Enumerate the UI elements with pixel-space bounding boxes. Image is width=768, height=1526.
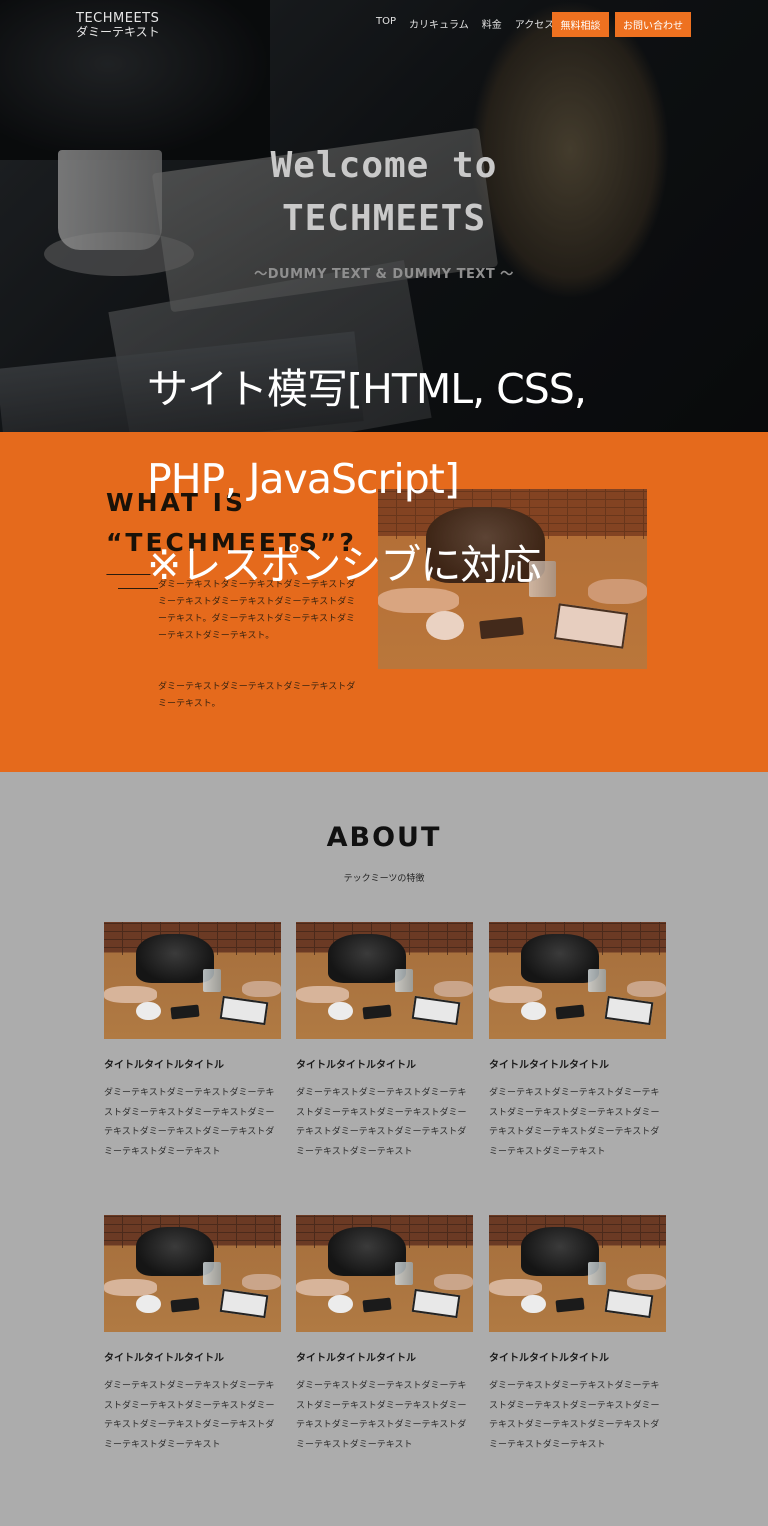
caption-line-2: PHP, JavaScript] xyxy=(147,455,460,503)
feature-card: タイトルタイトルタイトル ダミーテキストダミーテキストダミーテキストダミーテキス… xyxy=(104,922,281,1162)
hero-title-line-2: TECHMEETS xyxy=(281,198,487,239)
feature-card-text: ダミーテキストダミーテキストダミーテキストダミーテキストダミーテキストダミーテキ… xyxy=(489,1381,660,1450)
nav-item-curriculum[interactable]: カリキュラム xyxy=(409,16,469,31)
about-subtitle: テックミーツの特徴 xyxy=(343,874,425,884)
about-title: ABOUT xyxy=(326,822,442,853)
contact-button[interactable]: お問い合わせ xyxy=(615,12,691,37)
nav-item-price[interactable]: 料金 xyxy=(482,16,502,31)
feature-card-title: タイトルタイトルタイトル xyxy=(489,1353,609,1364)
feature-card: タイトルタイトルタイトル ダミーテキストダミーテキストダミーテキストダミーテキス… xyxy=(489,1215,666,1455)
feature-card-text: ダミーテキストダミーテキストダミーテキストダミーテキストダミーテキストダミーテキ… xyxy=(296,1088,467,1157)
feature-card-photo xyxy=(296,922,473,1039)
feature-card-text: ダミーテキストダミーテキストダミーテキストダミーテキストダミーテキストダミーテキ… xyxy=(296,1381,467,1450)
feature-card: タイトルタイトルタイトル ダミーテキストダミーテキストダミーテキストダミーテキス… xyxy=(104,1215,281,1455)
free-consult-button[interactable]: 無料相談 xyxy=(552,12,609,37)
caption-line-3: ※レスポンシブに対応 xyxy=(147,541,541,589)
feature-card-photo xyxy=(104,922,281,1039)
feature-card-photo xyxy=(489,1215,666,1332)
caption-line-1: サイト模写[HTML, CSS, xyxy=(147,365,587,413)
logo-line-1: TECHMEETS xyxy=(76,11,160,26)
what-paragraph-2: ダミーテキストダミーテキストダミーテキストダミーテキスト。 xyxy=(158,682,356,709)
feature-card-photo xyxy=(296,1215,473,1332)
hero-title-line-1: Welcome to xyxy=(270,145,498,186)
feature-card-photo xyxy=(489,922,666,1039)
main-nav: TOP カリキュラム 料金 アクセス xyxy=(376,16,554,31)
feature-card-title: タイトルタイトルタイトル xyxy=(104,1060,224,1071)
feature-card-text: ダミーテキストダミーテキストダミーテキストダミーテキストダミーテキストダミーテキ… xyxy=(104,1088,275,1157)
feature-card-text: ダミーテキストダミーテキストダミーテキストダミーテキストダミーテキストダミーテキ… xyxy=(104,1381,275,1450)
site-logo[interactable]: TECHMEETS ダミーテキスト xyxy=(76,12,160,38)
feature-card: タイトルタイトルタイトル ダミーテキストダミーテキストダミーテキストダミーテキス… xyxy=(296,1215,473,1455)
feature-card: タイトルタイトルタイトル ダミーテキストダミーテキストダミーテキストダミーテキス… xyxy=(296,922,473,1162)
feature-card-title: タイトルタイトルタイトル xyxy=(296,1060,416,1071)
feature-card-title: タイトルタイトルタイトル xyxy=(296,1353,416,1364)
feature-card-title: タイトルタイトルタイトル xyxy=(104,1353,224,1364)
hero-subtitle: 〜DUMMY TEXT & DUMMY TEXT 〜 xyxy=(254,267,514,282)
nav-item-access[interactable]: アクセス xyxy=(515,16,555,31)
feature-card-text: ダミーテキストダミーテキストダミーテキストダミーテキストダミーテキストダミーテキ… xyxy=(489,1088,660,1157)
feature-card-title: タイトルタイトルタイトル xyxy=(489,1060,609,1071)
logo-line-2: ダミーテキスト xyxy=(76,25,160,39)
nav-item-top[interactable]: TOP xyxy=(376,16,396,31)
feature-card: タイトルタイトルタイトル ダミーテキストダミーテキストダミーテキストダミーテキス… xyxy=(489,922,666,1162)
feature-card-photo xyxy=(104,1215,281,1332)
